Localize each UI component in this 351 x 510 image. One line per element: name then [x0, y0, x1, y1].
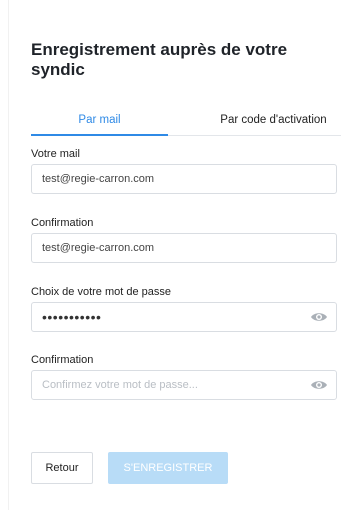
back-button[interactable]: Retour — [31, 452, 93, 484]
password-confirm-placeholder: Confirmez votre mot de passe... — [42, 379, 198, 391]
register-button[interactable]: S'ENREGISTRER — [108, 452, 228, 484]
registration-card: Enregistrement auprès de votre syndic Pa… — [9, 0, 351, 510]
page-title: Enregistrement auprès de votre syndic — [31, 40, 288, 79]
password-confirm-field[interactable]: Confirmez votre mot de passe... — [31, 370, 337, 400]
email-confirm-field[interactable]: test@regie-carron.com — [31, 233, 337, 263]
tab-by-mail[interactable]: Par mail — [31, 112, 168, 136]
email-label: Votre mail — [31, 148, 80, 160]
password-field[interactable]: ••••••••••• — [31, 302, 337, 332]
eye-icon[interactable] — [310, 311, 328, 323]
email-confirm-value: test@regie-carron.com — [42, 242, 155, 254]
password-masked-value: ••••••••••• — [42, 309, 102, 325]
email-value: test@regie-carron.com — [42, 173, 155, 185]
email-field[interactable]: test@regie-carron.com — [31, 164, 337, 194]
password-confirm-label: Confirmation — [31, 354, 94, 366]
active-tab-indicator — [31, 134, 168, 136]
tab-bar: Par mail Par code d'activation — [31, 112, 341, 136]
tab-by-activation-code[interactable]: Par code d'activation — [206, 112, 341, 136]
password-label: Choix de votre mot de passe — [31, 286, 172, 298]
eye-icon[interactable] — [310, 379, 328, 391]
email-confirm-label: Confirmation — [31, 217, 94, 229]
